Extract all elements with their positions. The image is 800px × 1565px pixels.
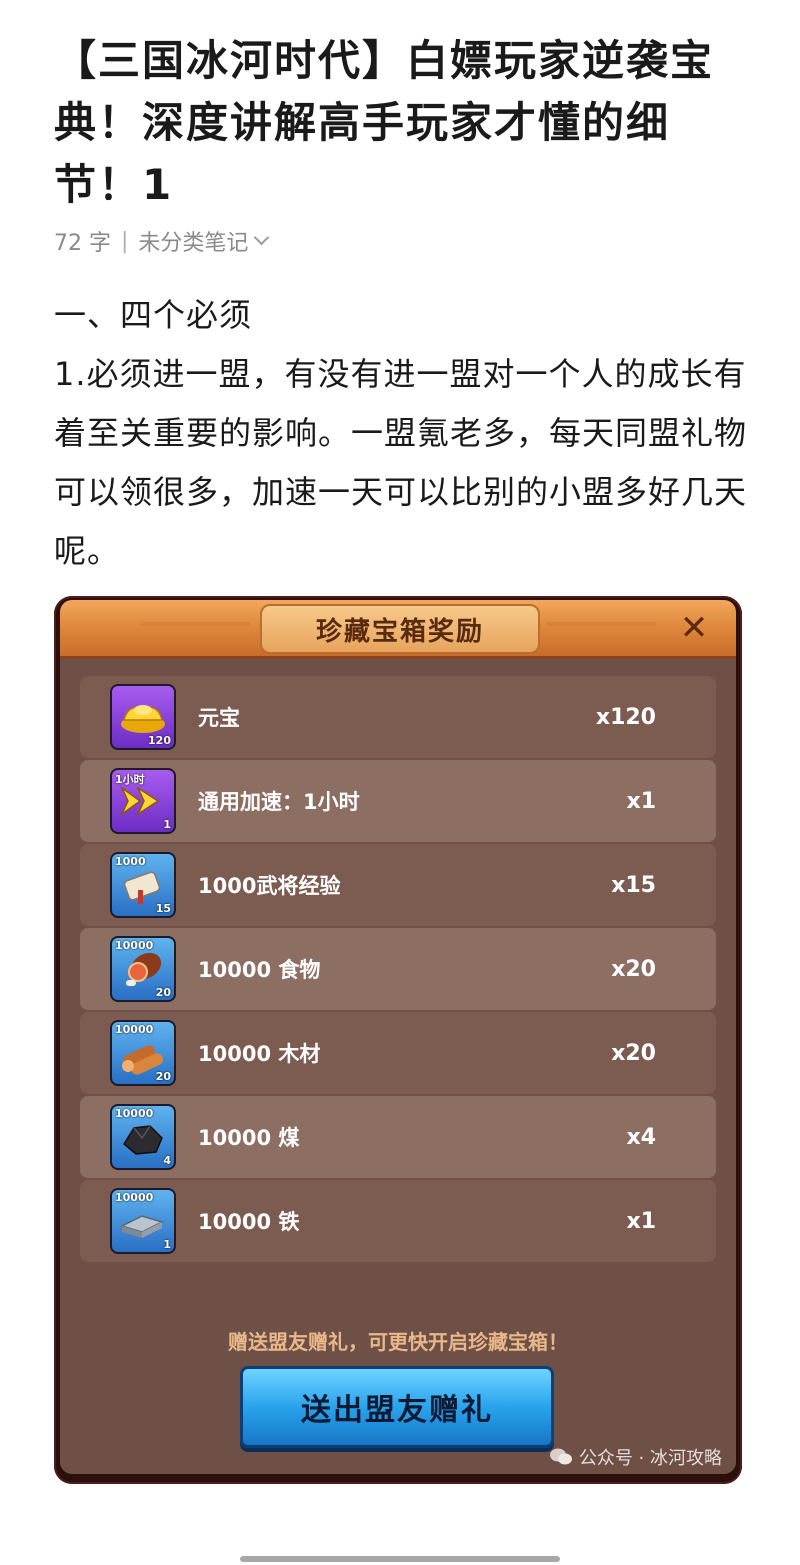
reward-name: 元宝 xyxy=(198,706,240,730)
reward-row: 1小时 1 通用加速：1小时 x1 xyxy=(80,760,716,842)
reward-row: 120 元宝 x120 xyxy=(80,676,716,758)
speedup-icon: 1小时 1 xyxy=(110,768,176,834)
icon-count: 20 xyxy=(155,1070,171,1083)
section-heading: 一、四个必须 xyxy=(54,296,253,334)
reward-row: 10000 20 10000 食物 x20 xyxy=(80,928,716,1010)
icon-count: 15 xyxy=(155,902,171,915)
icon-count: 4 xyxy=(163,1154,171,1167)
iron-icon: 10000 1 xyxy=(110,1188,176,1254)
dialog-title: 珍藏宝箱奖励 xyxy=(315,616,484,647)
icon-tag: 1小时 xyxy=(115,773,145,786)
coal-icon: 10000 4 xyxy=(110,1104,176,1170)
icon-tag: 10000 xyxy=(115,1023,154,1036)
reward-name: 10000 木材 xyxy=(198,1042,321,1066)
close-icon[interactable]: ✕ xyxy=(674,608,714,648)
icon-count: 20 xyxy=(155,986,171,999)
meta-separator: | xyxy=(121,228,129,254)
meat-icon: 10000 20 xyxy=(110,936,176,1002)
wood-icon: 10000 20 xyxy=(110,1020,176,1086)
paragraph: 1.必须进一盟，有没有进一盟对一个人的成长有着至关重要的影响。一盟氪老多，每天同… xyxy=(54,355,748,570)
reward-row: 10000 4 10000 煤 x4 xyxy=(80,1096,716,1178)
reward-name: 通用加速：1小时 xyxy=(198,790,360,814)
reward-row: 10000 1 10000 铁 x1 xyxy=(80,1180,716,1262)
icon-tag: 10000 xyxy=(115,1107,154,1120)
header-ornament-right xyxy=(546,622,656,626)
reward-qty: x20 xyxy=(611,956,656,982)
game-screenshot: 珍藏宝箱奖励 ✕ 120 元宝 x120 1小时 1 通用加速：1小时 x1 1… xyxy=(54,596,742,1484)
watermark: 公众号 · 冰河攻略 xyxy=(549,1444,722,1470)
reward-qty: x1 xyxy=(626,1208,657,1234)
article-body: 一、四个必须 1.必须进一盟，有没有进一盟对一个人的成长有着至关重要的影响。一盟… xyxy=(54,286,754,581)
icon-count: 120 xyxy=(148,734,171,747)
chevron-down-icon[interactable] xyxy=(254,229,270,245)
watermark-text: 公众号 · 冰河攻略 xyxy=(578,1448,722,1469)
icon-tag: 10000 xyxy=(115,939,154,952)
scroll-icon: 1000 15 xyxy=(110,852,176,918)
reward-qty: x4 xyxy=(626,1124,657,1150)
reward-name: 10000 煤 xyxy=(198,1126,300,1150)
reward-qty: x1 xyxy=(626,788,657,814)
reward-qty: x120 xyxy=(595,704,656,730)
reward-qty: x20 xyxy=(611,1040,656,1066)
reward-name: 10000 铁 xyxy=(198,1210,300,1234)
icon-tag: 1000 xyxy=(115,855,146,868)
header-ornament-left xyxy=(140,622,250,626)
reward-name: 1000武将经验 xyxy=(198,874,341,898)
title-plaque: 珍藏宝箱奖励 xyxy=(260,604,540,654)
dialog-header: 珍藏宝箱奖励 ✕ xyxy=(60,600,736,659)
reward-name: 10000 食物 xyxy=(198,958,321,982)
send-gift-label: 送出盟友赠礼 xyxy=(301,1393,493,1428)
wechat-icon xyxy=(549,1448,572,1465)
icon-count: 1 xyxy=(163,818,171,831)
home-indicator[interactable] xyxy=(240,1556,560,1562)
gold-ingot-icon: 120 xyxy=(110,684,176,750)
reward-row: 10000 20 10000 木材 x20 xyxy=(80,1012,716,1094)
send-gift-button[interactable]: 送出盟友赠礼 xyxy=(240,1366,554,1448)
icon-count: 1 xyxy=(163,1238,171,1251)
category-dropdown[interactable]: 未分类笔记 xyxy=(138,225,248,257)
reward-list: 120 元宝 x120 1小时 1 通用加速：1小时 x1 1000 15 10… xyxy=(80,676,716,1264)
gift-hint: 赠送盟友赠礼，可更快开启珍藏宝箱！ xyxy=(228,1330,568,1354)
article-title: 【三国冰河时代】白嫖玩家逆袭宝典！深度讲解高手玩家才懂的细节！1 xyxy=(54,36,715,209)
word-count: 72 字 xyxy=(54,231,111,256)
reward-row: 1000 15 1000武将经验 x15 xyxy=(80,844,716,926)
article-meta: 72 字 | 未分类笔记 xyxy=(54,224,270,258)
reward-qty: x15 xyxy=(611,872,656,898)
icon-tag: 10000 xyxy=(115,1191,154,1204)
